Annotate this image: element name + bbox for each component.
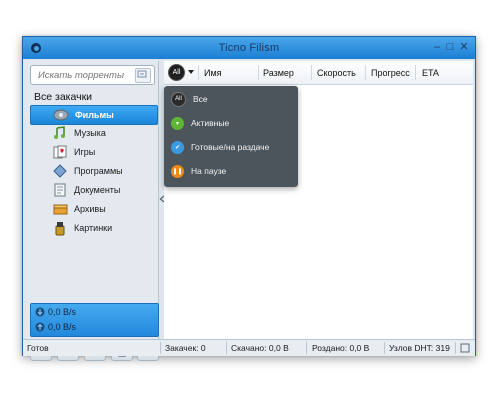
filter-menu: All Все ▾ Активные ✔ Готовые/на раздаче … [164,86,298,187]
downloaded-total: Скачано: 0,0 B [231,343,289,353]
filter-label: Готовые/на раздаче [191,142,270,152]
all-filter-icon: All [171,91,186,107]
music-note-icon [52,125,68,141]
status-bar: Готов Закачек: 0 Скачано: 0,0 B Роздано:… [23,339,475,356]
filter-label: Активные [191,118,230,128]
column-divider [258,65,259,80]
downloads-count: Закачек: 0 [165,343,206,353]
archive-box-icon [52,201,68,217]
pause-icon: ❚❚ [171,164,184,178]
app-window: Ticno Filism – □ ✕ Все закачки Фильмы [22,36,476,361]
film-reel-icon [53,107,69,123]
download-speed-value: 0,0 B/s [48,307,77,317]
category-label: Программы [74,166,123,176]
download-arrow-icon [35,307,45,317]
category-archives[interactable]: Архивы [30,200,156,218]
search-icon [137,70,147,78]
filter-active[interactable]: ▾ Активные [171,115,229,131]
column-name[interactable]: Имя [204,68,222,78]
chevron-down-icon [188,70,194,74]
checkmark-icon: ✔ [171,140,184,154]
column-speed[interactable]: Скорость [317,68,356,78]
all-downloads-title[interactable]: Все закачки [34,91,92,103]
filter-all[interactable]: All Все [171,91,208,107]
filter-paused[interactable]: ❚❚ На паузе [171,163,226,179]
active-download-icon: ▾ [171,116,184,130]
column-divider [198,65,199,80]
column-size[interactable]: Размер [263,68,294,78]
status-divider [226,342,227,354]
category-music[interactable]: Музыка [30,124,156,142]
title-bar[interactable]: Ticno Filism – □ ✕ [23,37,475,59]
search-box [30,65,155,85]
status-divider [160,342,161,354]
resize-grip-icon[interactable] [460,343,470,353]
minimize-button[interactable]: – [431,41,443,53]
search-button[interactable] [135,68,151,83]
status-divider [384,342,385,354]
paint-bucket-icon [52,220,68,236]
category-documents[interactable]: Документы [30,181,156,199]
dht-nodes: Узлов DHT: 319 [389,343,450,353]
column-divider [415,65,416,80]
document-icon [52,182,68,198]
upload-speed-value: 0,0 B/s [48,322,77,332]
download-speed: 0,0 B/s [35,305,76,319]
torrent-list-area: All Имя Размер Скорость Прогресс ETA All… [164,61,473,339]
category-label: Документы [74,185,121,195]
column-divider [365,65,366,80]
status-divider [306,342,307,354]
sidebar: Все закачки Фильмы Музыка Игры Программы [26,61,159,361]
category-label: Картинки [74,223,113,233]
diamond-box-icon [52,163,68,179]
list-header: All Имя Размер Скорость Прогресс ETA [164,61,473,85]
speed-panel: 0,0 B/s 0,0 B/s [30,303,159,337]
status-divider [455,342,456,354]
category-label: Музыка [74,128,106,138]
column-eta[interactable]: ETA [422,68,439,78]
filter-label: На паузе [191,166,227,176]
upload-arrow-icon [35,322,45,332]
category-label: Архивы [74,204,106,214]
uploaded-total: Роздано: 0,0 B [312,343,370,353]
category-programs[interactable]: Программы [30,162,156,180]
category-label: Фильмы [75,110,114,120]
category-games[interactable]: Игры [30,143,156,161]
close-button[interactable]: ✕ [458,41,470,53]
filter-dropdown-button[interactable]: All [168,63,194,81]
filter-label: Все [193,94,208,104]
status-text: Готов [27,343,49,353]
search-input[interactable] [36,68,136,83]
category-pictures[interactable]: Картинки [30,219,156,237]
column-progress[interactable]: Прогресс [371,68,410,78]
filter-completed[interactable]: ✔ Готовые/на раздаче [171,139,269,155]
category-films[interactable]: Фильмы [30,105,158,125]
all-filter-icon: All [168,63,185,81]
maximize-button[interactable]: □ [444,41,456,53]
window-title: Ticno Filism [218,42,280,54]
column-divider [311,65,312,80]
upload-speed: 0,0 B/s [35,320,76,334]
category-label: Игры [74,147,96,157]
playing-cards-icon [52,144,68,160]
